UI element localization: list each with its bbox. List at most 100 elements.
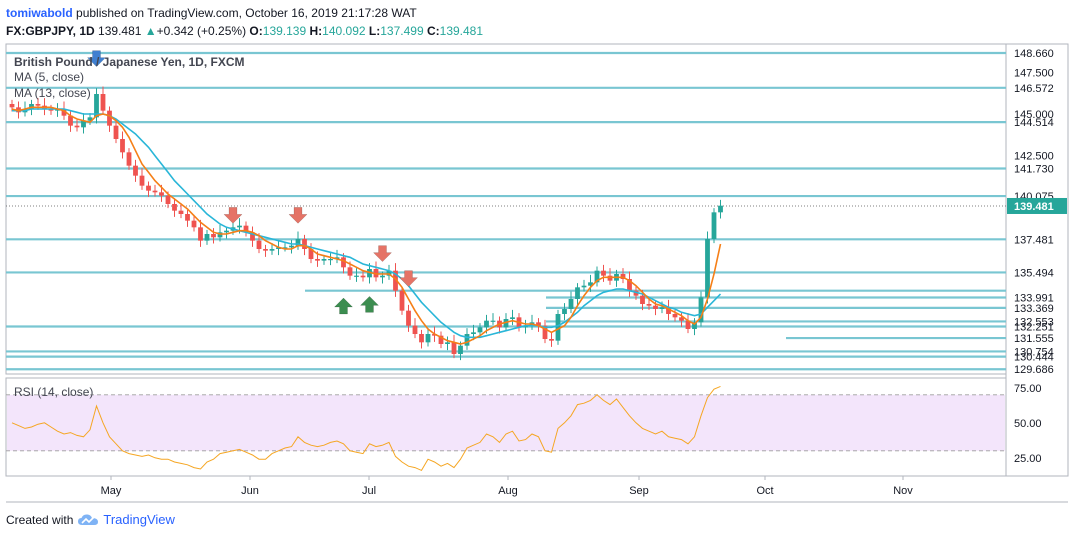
ma13-legend: MA (13, close) <box>14 86 91 100</box>
candle-body[interactable] <box>659 307 665 309</box>
tradingview-brand[interactable]: TradingView <box>103 512 175 527</box>
candle-body[interactable] <box>360 275 366 278</box>
candle-body[interactable] <box>399 290 405 311</box>
price-chart[interactable]: British Pound / Japanese Yen, 1D, FXCMMA… <box>0 0 1073 539</box>
candle-body[interactable] <box>562 309 567 314</box>
price-axis-label: 142.500 <box>1014 151 1054 163</box>
candle-body[interactable] <box>484 320 489 328</box>
candle-body[interactable] <box>601 270 606 276</box>
candle-body[interactable] <box>464 334 470 346</box>
price-axis-label: 129.686 <box>1014 364 1054 376</box>
rsi-axis-label: 75.00 <box>1014 383 1042 395</box>
footer: Created with TradingView <box>6 512 175 527</box>
candle-body[interactable] <box>315 259 320 261</box>
time-axis-label: Jun <box>241 485 259 497</box>
candle-body[interactable] <box>711 212 717 239</box>
price-axis-label: 132.251 <box>1014 321 1054 333</box>
candle-body[interactable] <box>263 249 268 251</box>
candle-body[interactable] <box>198 227 203 241</box>
candle-body[interactable] <box>321 259 327 261</box>
time-axis-label: Oct <box>756 485 773 497</box>
candle-body[interactable] <box>347 267 353 276</box>
ma5-legend: MA (5, close) <box>14 70 84 84</box>
candle-body[interactable] <box>718 205 723 213</box>
created-with-label: Created with <box>6 512 74 527</box>
candle-body[interactable] <box>120 139 125 153</box>
time-axis-label: Sep <box>629 485 649 497</box>
candle-body[interactable] <box>9 104 15 108</box>
candle-body[interactable] <box>568 299 574 309</box>
candle-body[interactable] <box>289 245 294 248</box>
candle-body[interactable] <box>412 325 418 334</box>
candle-body[interactable] <box>328 259 333 261</box>
candle-body[interactable] <box>126 152 132 166</box>
candle-body[interactable] <box>113 125 119 139</box>
rsi-title: RSI (14, close) <box>14 385 93 399</box>
candle-body[interactable] <box>172 204 177 211</box>
rsi-axis-label: 25.00 <box>1014 453 1042 465</box>
arrow-up-icon <box>333 297 354 315</box>
candle-body[interactable] <box>35 104 41 106</box>
candle-body[interactable] <box>159 192 164 196</box>
candle-body[interactable] <box>445 342 450 344</box>
candle-body[interactable] <box>380 275 385 278</box>
candle-body[interactable] <box>705 239 710 298</box>
price-axis-label: 131.555 <box>1014 333 1054 345</box>
time-axis-label: Jul <box>362 485 376 497</box>
candle-body[interactable] <box>133 165 138 176</box>
candle-body[interactable] <box>74 125 80 128</box>
arrow-down-icon <box>288 207 308 224</box>
candle-body[interactable] <box>165 195 171 204</box>
candle-body[interactable] <box>575 287 580 299</box>
candle-body[interactable] <box>640 295 645 304</box>
candle-body[interactable] <box>146 185 151 191</box>
time-axis-label: Nov <box>893 485 913 497</box>
price-axis-label: 144.514 <box>1014 117 1054 129</box>
candle-body[interactable] <box>256 240 262 249</box>
price-axis-label: 137.481 <box>1014 234 1054 246</box>
candle-body[interactable] <box>510 317 515 319</box>
chart-title: British Pound / Japanese Yen, 1D, FXCM <box>14 55 245 69</box>
candle-body[interactable] <box>406 310 411 326</box>
candle-body[interactable] <box>302 239 307 249</box>
rsi-band <box>7 394 1005 451</box>
candle-body[interactable] <box>139 175 145 186</box>
candle-body[interactable] <box>354 275 359 277</box>
candle-body[interactable] <box>490 320 496 322</box>
candle-body[interactable] <box>471 332 476 334</box>
candle-body[interactable] <box>419 334 424 343</box>
candle-body[interactable] <box>204 234 210 241</box>
price-axis-label: 135.494 <box>1014 267 1054 279</box>
candle-body[interactable] <box>451 342 457 354</box>
candle-body[interactable] <box>653 305 658 309</box>
candle-body[interactable] <box>185 214 190 221</box>
candle-body[interactable] <box>191 220 197 228</box>
price-axis-label: 148.660 <box>1014 48 1054 60</box>
candle-body[interactable] <box>425 334 431 343</box>
candle-body[interactable] <box>477 327 483 333</box>
candle-body[interactable] <box>224 230 229 233</box>
price-axis-label: 133.369 <box>1014 303 1054 315</box>
candle-body[interactable] <box>646 304 652 306</box>
rsi-axis-label: 50.00 <box>1014 418 1042 430</box>
time-axis-label: Aug <box>498 485 518 497</box>
price-axis-label: 141.730 <box>1014 164 1054 176</box>
candle-body[interactable] <box>549 339 554 341</box>
candle-body[interactable] <box>269 249 275 251</box>
candle-body[interactable] <box>211 234 216 238</box>
candle-body[interactable] <box>581 285 587 288</box>
candle-body[interactable] <box>100 94 106 111</box>
candle-body[interactable] <box>107 110 112 126</box>
candle-body[interactable] <box>152 190 158 193</box>
arrow-down-icon <box>372 245 393 263</box>
last-price-tag-label: 139.481 <box>1014 201 1054 213</box>
price-axis-label: 147.500 <box>1014 67 1054 79</box>
arrow-up-icon <box>359 295 380 313</box>
candle-body[interactable] <box>237 225 242 228</box>
candle-body[interactable] <box>607 275 613 281</box>
candle-body[interactable] <box>178 210 184 214</box>
candle-body[interactable] <box>672 314 678 318</box>
candle-body[interactable] <box>458 345 463 354</box>
price-axis-label: 130.444 <box>1014 352 1054 364</box>
tradingview-cloud-icon <box>78 513 99 525</box>
